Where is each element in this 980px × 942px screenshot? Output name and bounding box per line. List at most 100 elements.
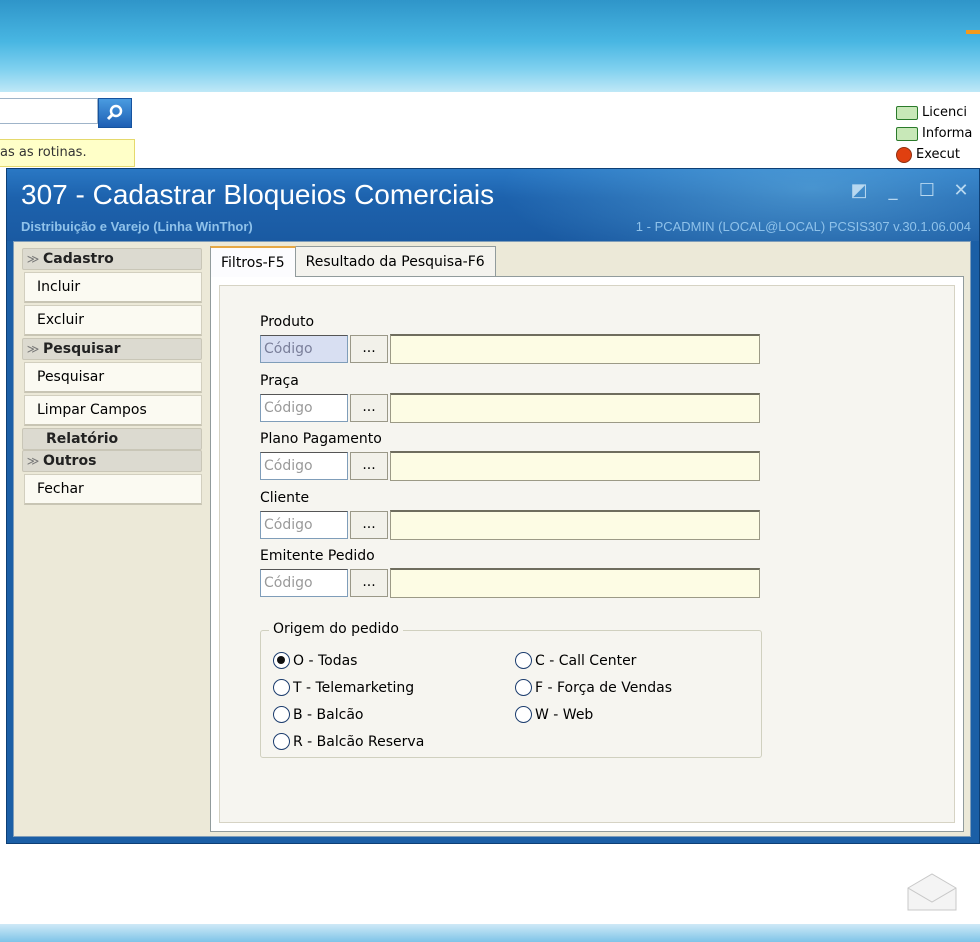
- radio-todas[interactable]: O - Todas: [273, 652, 357, 669]
- minimize-icon[interactable]: _: [883, 181, 903, 201]
- sidebar-item-excluir[interactable]: Excluir: [24, 305, 202, 336]
- sidebar-section-outros[interactable]: ≫ Outros: [22, 450, 202, 472]
- praca-lookup-button[interactable]: ...: [350, 394, 388, 422]
- plano-pagamento-description-field[interactable]: [390, 451, 760, 481]
- tab-resultado-pesquisa[interactable]: Resultado da Pesquisa-F6: [294, 246, 496, 276]
- window-subtitle: Distribuição e Varejo (Linha WinThor): [21, 219, 253, 234]
- produto-lookup-button[interactable]: ...: [350, 335, 388, 363]
- cliente-lookup-button[interactable]: ...: [350, 511, 388, 539]
- sidebar-item-incluir[interactable]: Incluir: [24, 272, 202, 303]
- radio-indicator: [273, 652, 290, 669]
- origem-pedido-group: Origem do pedido O - Todas C - Call Cent…: [260, 621, 762, 758]
- sidebar-section-cadastro[interactable]: ≫ Cadastro: [22, 248, 202, 270]
- radio-indicator: [273, 679, 290, 696]
- filters-content: Produto Código ... Praça Código ... Plan…: [219, 285, 955, 823]
- background-link[interactable]: Licenci: [896, 102, 980, 123]
- radio-indicator: [515, 679, 532, 696]
- sidebar-item-fechar[interactable]: Fechar: [24, 474, 202, 505]
- sidebar: ≫ Cadastro Incluir Excluir ≫ Pesquisar P…: [22, 248, 202, 507]
- background-banner: [0, 0, 980, 92]
- plano-pagamento-lookup-button[interactable]: ...: [350, 452, 388, 480]
- background-link-label: Informa: [922, 126, 973, 141]
- radio-call-center[interactable]: C - Call Center: [515, 652, 636, 669]
- window-controls: ◩ _ ☐ ✕: [849, 181, 971, 201]
- background-mail-area: [900, 840, 980, 930]
- radio-balcao-reserva[interactable]: R - Balcão Reserva: [273, 733, 424, 750]
- radio-forca-de-vendas[interactable]: F - Força de Vendas: [515, 679, 672, 696]
- run-icon: [896, 146, 912, 163]
- field-emitente-pedido: Emitente Pedido Código ...: [260, 548, 760, 598]
- radio-indicator: [515, 706, 532, 723]
- banner-accent: [966, 30, 980, 34]
- field-label: Plano Pagamento: [260, 431, 382, 447]
- background-search-button[interactable]: [98, 98, 132, 128]
- chevron-double-icon: ≫: [26, 252, 40, 266]
- client-area: ≫ Cadastro Incluir Excluir ≫ Pesquisar P…: [13, 241, 971, 837]
- plano-pagamento-code-input[interactable]: Código: [260, 452, 348, 480]
- cliente-description-field[interactable]: [390, 510, 760, 540]
- envelope-icon: [907, 873, 957, 911]
- document-icon: [896, 105, 918, 120]
- sidebar-section-relatorio[interactable]: Relatório: [22, 428, 202, 450]
- main-window: 307 - Cadastrar Bloqueios Comerciais Dis…: [6, 168, 980, 844]
- radio-indicator: [515, 652, 532, 669]
- radio-web[interactable]: W - Web: [515, 706, 593, 723]
- radio-label: R - Balcão Reserva: [293, 733, 425, 750]
- praca-code-input[interactable]: Código: [260, 394, 348, 422]
- background-link[interactable]: Informa: [896, 123, 980, 144]
- window-title: 307 - Cadastrar Bloqueios Comerciais: [21, 179, 495, 210]
- produto-code-input[interactable]: Código: [260, 335, 348, 363]
- radio-label: F - Força de Vendas: [535, 679, 672, 696]
- radio-label: W - Web: [535, 706, 594, 723]
- sidebar-section-title: Cadastro: [43, 251, 114, 267]
- cliente-code-input[interactable]: Código: [260, 511, 348, 539]
- background-link-label: Execut: [916, 147, 960, 162]
- background-hint: as as rotinas.: [0, 139, 135, 167]
- sidebar-item-pesquisar[interactable]: Pesquisar: [24, 362, 202, 393]
- produto-description-field[interactable]: [390, 334, 760, 364]
- radio-label: T - Telemarketing: [293, 679, 415, 696]
- sidebar-section-title: Relatório: [46, 431, 119, 447]
- origem-pedido-legend: Origem do pedido: [269, 621, 403, 637]
- radio-telemarketing[interactable]: T - Telemarketing: [273, 679, 414, 696]
- close-icon[interactable]: ✕: [951, 181, 971, 201]
- tab-filtros[interactable]: Filtros-F5: [210, 246, 296, 277]
- field-label: Emitente Pedido: [260, 548, 375, 564]
- radio-indicator: [273, 706, 290, 723]
- title-bar[interactable]: 307 - Cadastrar Bloqueios Comerciais Dis…: [7, 169, 979, 241]
- chevron-double-icon: ≫: [26, 454, 40, 468]
- field-label: Praça: [260, 373, 299, 389]
- background-link[interactable]: Execut: [896, 144, 980, 165]
- sidebar-section-pesquisar[interactable]: ≫ Pesquisar: [22, 338, 202, 360]
- user-info: 1 - PCADMIN (LOCAL@LOCAL) PCSIS307 v.30.…: [635, 219, 971, 234]
- maximize-icon[interactable]: ☐: [917, 181, 937, 201]
- field-praca: Praça Código ...: [260, 373, 760, 423]
- radio-label: O - Todas: [293, 652, 358, 669]
- sidebar-section-title: Outros: [43, 453, 97, 469]
- field-plano-pagamento: Plano Pagamento Código ...: [260, 431, 760, 481]
- radio-label: C - Call Center: [535, 652, 637, 669]
- field-label: Cliente: [260, 490, 310, 506]
- field-cliente: Cliente Código ...: [260, 490, 760, 540]
- tab-strip: Filtros-F5 Resultado da Pesquisa-F6: [210, 246, 496, 277]
- praca-description-field[interactable]: [390, 393, 760, 423]
- background-footer: [0, 924, 980, 942]
- document-icon: [896, 126, 918, 141]
- emitente-pedido-lookup-button[interactable]: ...: [350, 569, 388, 597]
- field-label: Produto: [260, 314, 315, 330]
- emitente-pedido-description-field[interactable]: [390, 568, 760, 598]
- radio-indicator: [273, 733, 290, 750]
- search-icon: [106, 104, 123, 121]
- restore-icon[interactable]: ◩: [849, 181, 869, 201]
- sidebar-section-title: Pesquisar: [43, 341, 121, 357]
- background-links: Licenci Informa Execut: [896, 102, 980, 165]
- radio-balcao[interactable]: B - Balcão: [273, 706, 363, 723]
- chevron-double-icon: ≫: [26, 342, 40, 356]
- filters-panel: Produto Código ... Praça Código ... Plan…: [210, 276, 964, 832]
- radio-label: B - Balcão: [293, 706, 364, 723]
- background-search-input[interactable]: [0, 98, 98, 124]
- sidebar-item-limpar-campos[interactable]: Limpar Campos: [24, 395, 202, 426]
- background-link-label: Licenci: [922, 105, 967, 120]
- emitente-pedido-code-input[interactable]: Código: [260, 569, 348, 597]
- field-produto: Produto Código ...: [260, 314, 760, 364]
